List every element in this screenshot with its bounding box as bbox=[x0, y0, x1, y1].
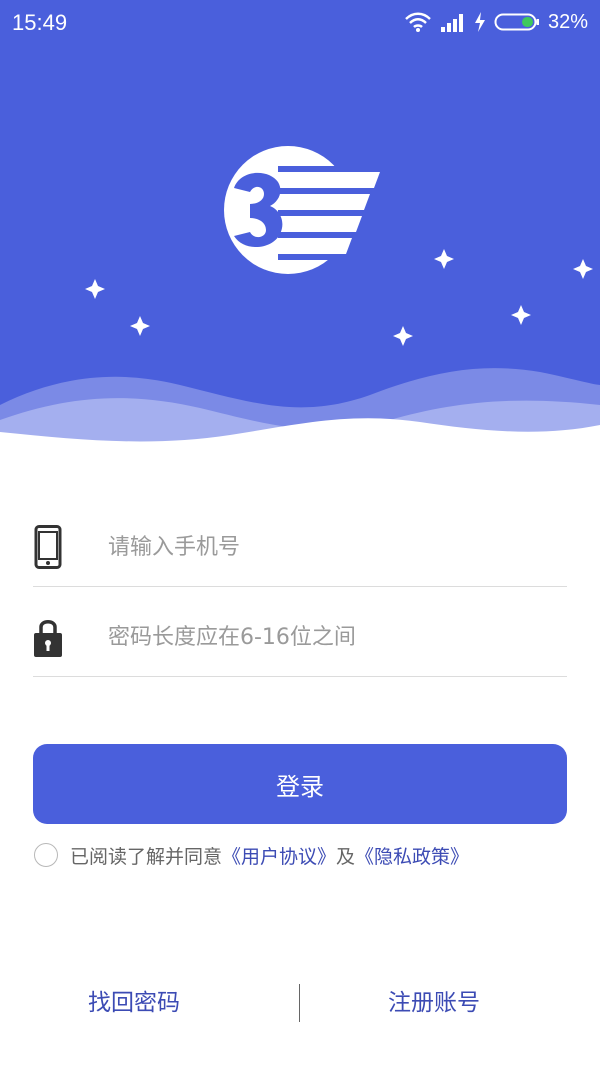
phone-input[interactable] bbox=[108, 525, 548, 569]
status-bar: 15:49 32% bbox=[0, 0, 600, 44]
user-agreement-link[interactable]: 《用户协议》 bbox=[222, 842, 336, 869]
charging-icon bbox=[474, 12, 485, 32]
phone-field bbox=[33, 497, 567, 587]
register-link[interactable]: 注册账号 bbox=[388, 980, 480, 1026]
agreement-radio[interactable] bbox=[34, 843, 58, 867]
header-banner bbox=[0, 0, 600, 480]
status-icons: 32% bbox=[404, 8, 588, 36]
wifi-icon bbox=[405, 12, 431, 32]
password-field bbox=[33, 587, 567, 677]
app-logo bbox=[220, 140, 385, 280]
signal-icon bbox=[440, 14, 463, 32]
login-screen: 15:49 32% 请输入手机号 登录 已阅读了解并同意 《用户协议》 及 《隐… bbox=[0, 0, 600, 1067]
battery-percent: 32% bbox=[547, 10, 588, 33]
lock-icon bbox=[34, 620, 62, 657]
login-button[interactable]: 登录 bbox=[33, 744, 567, 824]
agreement-conjunction: 及 bbox=[336, 845, 356, 868]
forgot-password-link[interactable]: 找回密码 bbox=[88, 980, 180, 1026]
agreement-prefix: 已阅读了解并同意 bbox=[70, 845, 223, 868]
password-input[interactable] bbox=[108, 615, 548, 659]
footer-divider bbox=[299, 984, 300, 1022]
battery-icon bbox=[494, 13, 539, 31]
mobile-phone-icon bbox=[34, 525, 62, 569]
footer-links: 找回密码 注册账号 bbox=[0, 980, 600, 1026]
agreement-row: 已阅读了解并同意 《用户协议》 及 《隐私政策》 bbox=[34, 840, 469, 870]
privacy-policy-link[interactable]: 《隐私政策》 bbox=[355, 842, 469, 869]
status-time: 15:49 bbox=[12, 10, 68, 35]
